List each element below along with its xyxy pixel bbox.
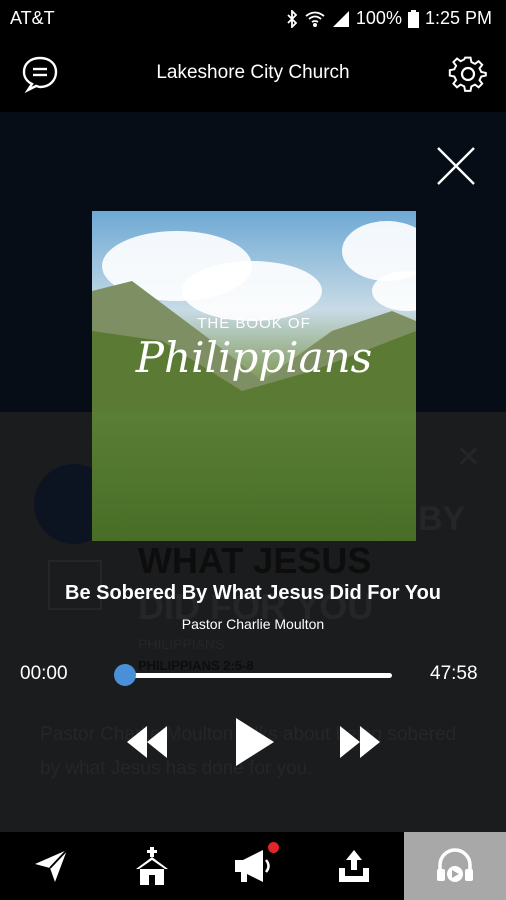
elapsed-time: 00:00: [20, 663, 68, 684]
play-icon[interactable]: [232, 716, 276, 768]
battery-icon: [407, 9, 419, 28]
progress-thumb[interactable]: [114, 664, 136, 686]
carrier-label: AT&T: [10, 8, 55, 28]
progress-track[interactable]: [124, 673, 392, 678]
notification-badge: [268, 842, 279, 853]
megaphone-icon: [234, 850, 270, 882]
rewind-icon[interactable]: [125, 722, 169, 762]
sermon-title: Be Sobered By What Jesus Did For You: [65, 582, 441, 604]
page-title: Lakeshore City Church: [156, 62, 350, 83]
nav-item-media[interactable]: [404, 832, 506, 900]
clock: 1:25 PM: [424, 8, 492, 28]
status-bar: AT&T 100% 1:25 PM: [0, 0, 506, 36]
church-icon: [135, 847, 168, 885]
nav-item-send[interactable]: [0, 832, 101, 900]
speaker-name: Pastor Charlie Moulton: [181, 616, 325, 632]
headphones-icon: [437, 848, 473, 882]
close-icon[interactable]: [432, 142, 480, 190]
total-time: 47:58: [430, 663, 478, 684]
send-icon: [34, 849, 68, 882]
app-header: Lakeshore City Church: [0, 36, 506, 112]
nav-item-announcements[interactable]: [202, 832, 303, 900]
signal-icon: [332, 10, 349, 27]
wifi-calling-icon: [305, 11, 325, 27]
nav-item-church[interactable]: [101, 832, 202, 900]
artwork-title: Philippians: [135, 333, 373, 382]
battery-percent: 100%: [355, 8, 402, 28]
tray-upload-icon: [338, 850, 369, 882]
gear-icon[interactable]: [448, 54, 488, 94]
artwork-subtitle: THE BOOK OF: [197, 315, 311, 332]
status-right: 100% 1:25 PM: [286, 8, 492, 29]
bottom-nav: [0, 832, 506, 900]
bluetooth-icon: [287, 9, 298, 28]
fast-forward-icon[interactable]: [338, 722, 382, 762]
nav-item-giving[interactable]: [303, 832, 404, 900]
sermon-artwork: THE BOOK OF Philippians: [92, 211, 416, 541]
